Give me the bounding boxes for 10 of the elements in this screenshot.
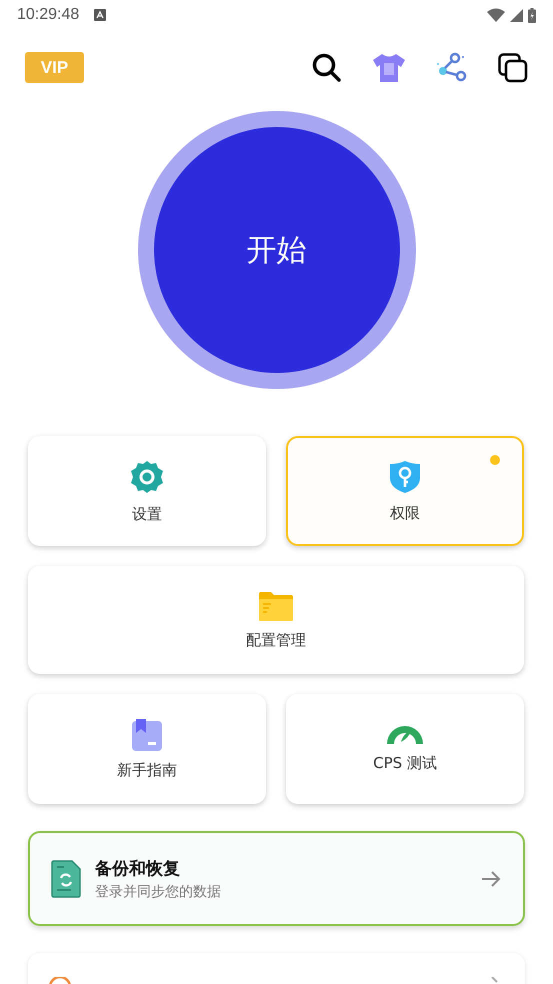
status-time: 10:29:48 — [17, 6, 80, 24]
menu-tile[interactable]: 设置 — [28, 436, 266, 546]
menu-tile[interactable]: 新手指南 — [28, 694, 266, 804]
menu-tile[interactable]: 配置管理 — [28, 566, 524, 674]
backup-subtitle: 登录并同步您的数据 — [95, 882, 222, 900]
menu-tile[interactable]: CPS 测试 — [286, 694, 524, 804]
backup-title: 备份和恢复 — [95, 858, 181, 880]
menu-tile[interactable]: 权限 — [286, 436, 524, 546]
start-button[interactable]: 开始 — [154, 127, 400, 373]
backup-card[interactable]: 备份和恢复 登录并同步您的数据 — [28, 831, 525, 926]
